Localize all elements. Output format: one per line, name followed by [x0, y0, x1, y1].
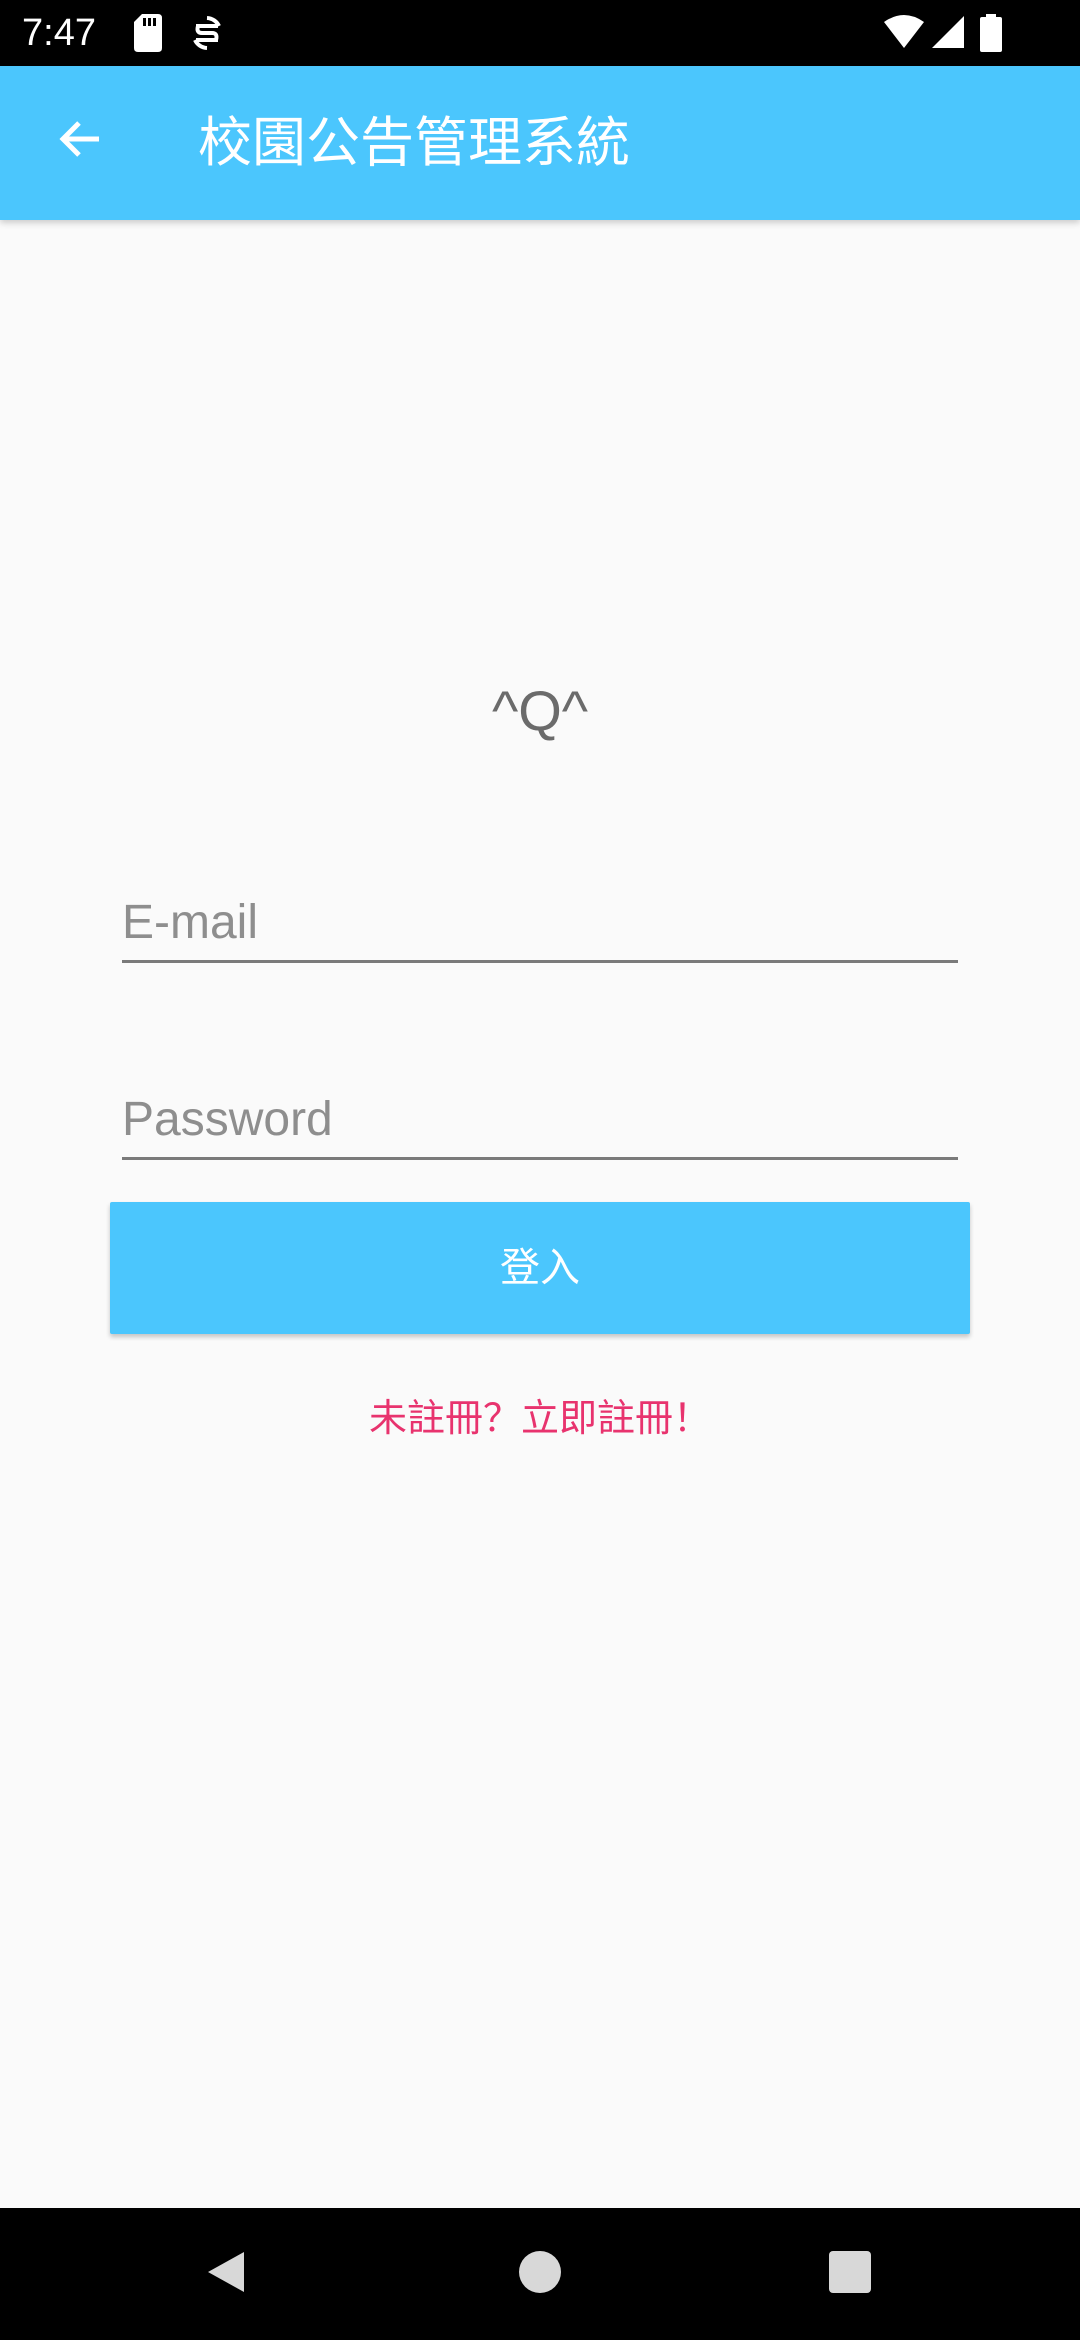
app-bar: 校園公告管理系統	[0, 66, 1080, 220]
status-time: 7:47	[22, 12, 96, 54]
nav-recents-icon	[828, 2250, 872, 2298]
sync-icon	[192, 14, 222, 52]
signal-icon	[930, 14, 964, 52]
password-input[interactable]	[122, 1087, 958, 1151]
nav-home-button[interactable]	[500, 2234, 580, 2314]
nav-back-button[interactable]	[186, 2234, 266, 2314]
logo-text: ^Q^	[491, 679, 589, 742]
nav-home-icon	[518, 2250, 562, 2298]
email-input[interactable]	[122, 890, 958, 954]
wifi-icon	[884, 14, 924, 52]
nav-back-icon	[204, 2248, 248, 2300]
battery-icon	[980, 14, 1002, 52]
app-title: 校園公告管理系統	[198, 111, 630, 174]
login-button[interactable]: 登入	[110, 1202, 970, 1334]
nav-recents-button[interactable]	[810, 2234, 890, 2314]
login-screen: 7:47 校園公告管理系統 ^Q^ E-mail 登入 未註冊？立即註冊！	[0, 0, 1080, 2340]
back-button[interactable]	[34, 96, 124, 186]
navigation-bar	[0, 2208, 1080, 2340]
password-field[interactable]	[122, 1077, 958, 1160]
email-field[interactable]	[122, 880, 958, 963]
status-bar: 7:47	[0, 0, 1080, 66]
register-link[interactable]: 未註冊？立即註冊！	[0, 1390, 1080, 1446]
sd-card-icon	[134, 14, 162, 52]
arrow-back-icon	[55, 115, 103, 167]
